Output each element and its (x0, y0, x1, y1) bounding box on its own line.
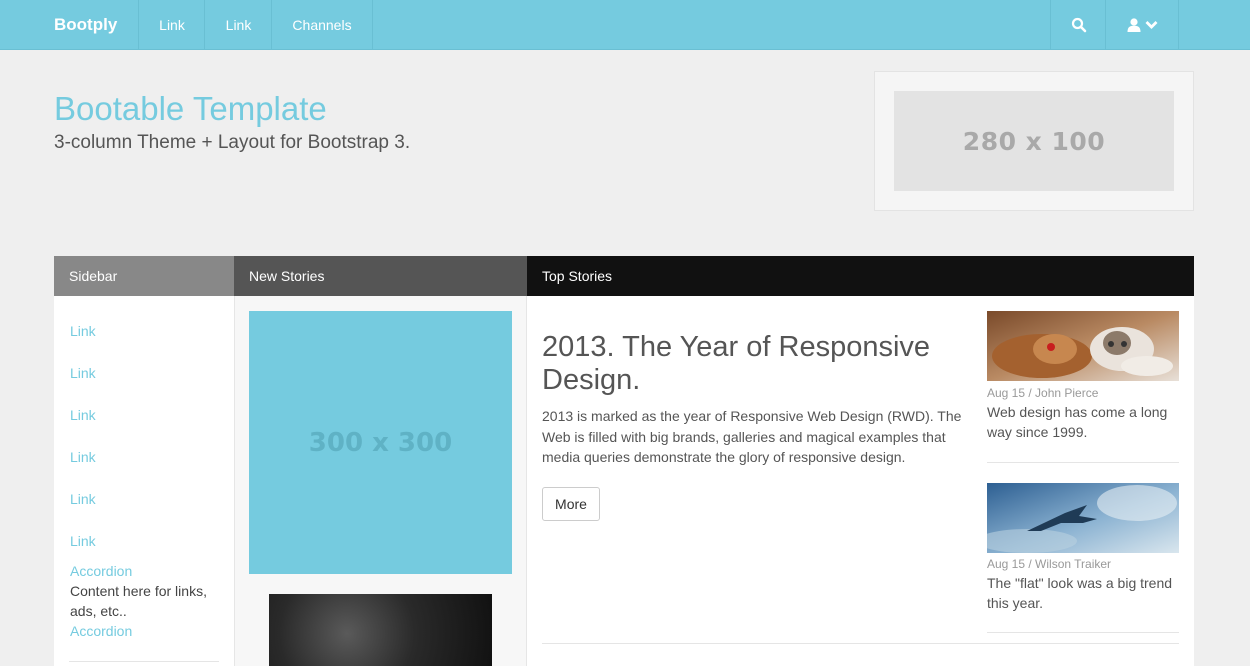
sidebar-divider (69, 661, 219, 662)
navbar: Bootply Link Link Channels (0, 0, 1250, 50)
more-button[interactable]: More (542, 487, 600, 521)
sidebar-header: Sidebar (54, 256, 234, 296)
story-meta-2: Aug 15 / Wilson Traiker (987, 557, 1112, 571)
sidebar-link-4[interactable]: Link (70, 449, 96, 465)
accordion-toggle-2[interactable]: Accordion (70, 623, 132, 639)
sidebar-content-text: Content here for links, ads, etc.. (70, 583, 207, 619)
banner-placeholder: 280 x 100 (894, 91, 1174, 191)
page-subtitle: 3-column Theme + Layout for Bootstrap 3. (54, 132, 411, 153)
page-title: Bootable Template (54, 90, 327, 127)
kitten-thumbnail[interactable] (987, 311, 1179, 381)
story-image-placeholder[interactable]: 300 x 300 (249, 311, 512, 574)
accordion-toggle-1[interactable]: Accordion (70, 563, 132, 579)
user-menu-button[interactable] (1105, 0, 1179, 50)
main-divider (542, 643, 1179, 644)
story-image-dark[interactable] (269, 594, 492, 666)
main-headline[interactable]: 2013. The Year of Responsive Design. (542, 331, 962, 397)
banner-ad: 280 x 100 (874, 71, 1194, 211)
top-stories-header: Top Stories (527, 256, 1194, 296)
jet-thumbnail[interactable] (977, 483, 1179, 553)
search-icon[interactable] (1050, 0, 1106, 50)
brand-link[interactable]: Bootply (54, 0, 117, 50)
sidebar-link-5[interactable]: Link (70, 491, 96, 507)
story-teaser-1[interactable]: Web design has come a long way since 199… (987, 402, 1182, 442)
story-meta-1: Aug 15 / John Pierce (987, 386, 1099, 400)
sidebar-link-2[interactable]: Link (70, 365, 96, 381)
sidebar-link-3[interactable]: Link (70, 407, 96, 423)
sidebar-link-6[interactable]: Link (70, 533, 96, 549)
story-divider-2 (987, 632, 1179, 633)
main-body-text: 2013 is marked as the year of Responsive… (542, 408, 962, 465)
user-icon (1127, 18, 1141, 32)
nav-link-2[interactable]: Link (204, 0, 272, 50)
chevron-down-icon (1145, 21, 1158, 29)
new-stories-header: New Stories (234, 256, 527, 296)
story-divider-1 (987, 462, 1179, 463)
sidebar-link-1[interactable]: Link (70, 323, 96, 339)
story-teaser-2[interactable]: The "flat" look was a big trend this yea… (987, 573, 1182, 613)
nav-link-1[interactable]: Link (138, 0, 205, 50)
nav-link-channels[interactable]: Channels (271, 0, 373, 50)
